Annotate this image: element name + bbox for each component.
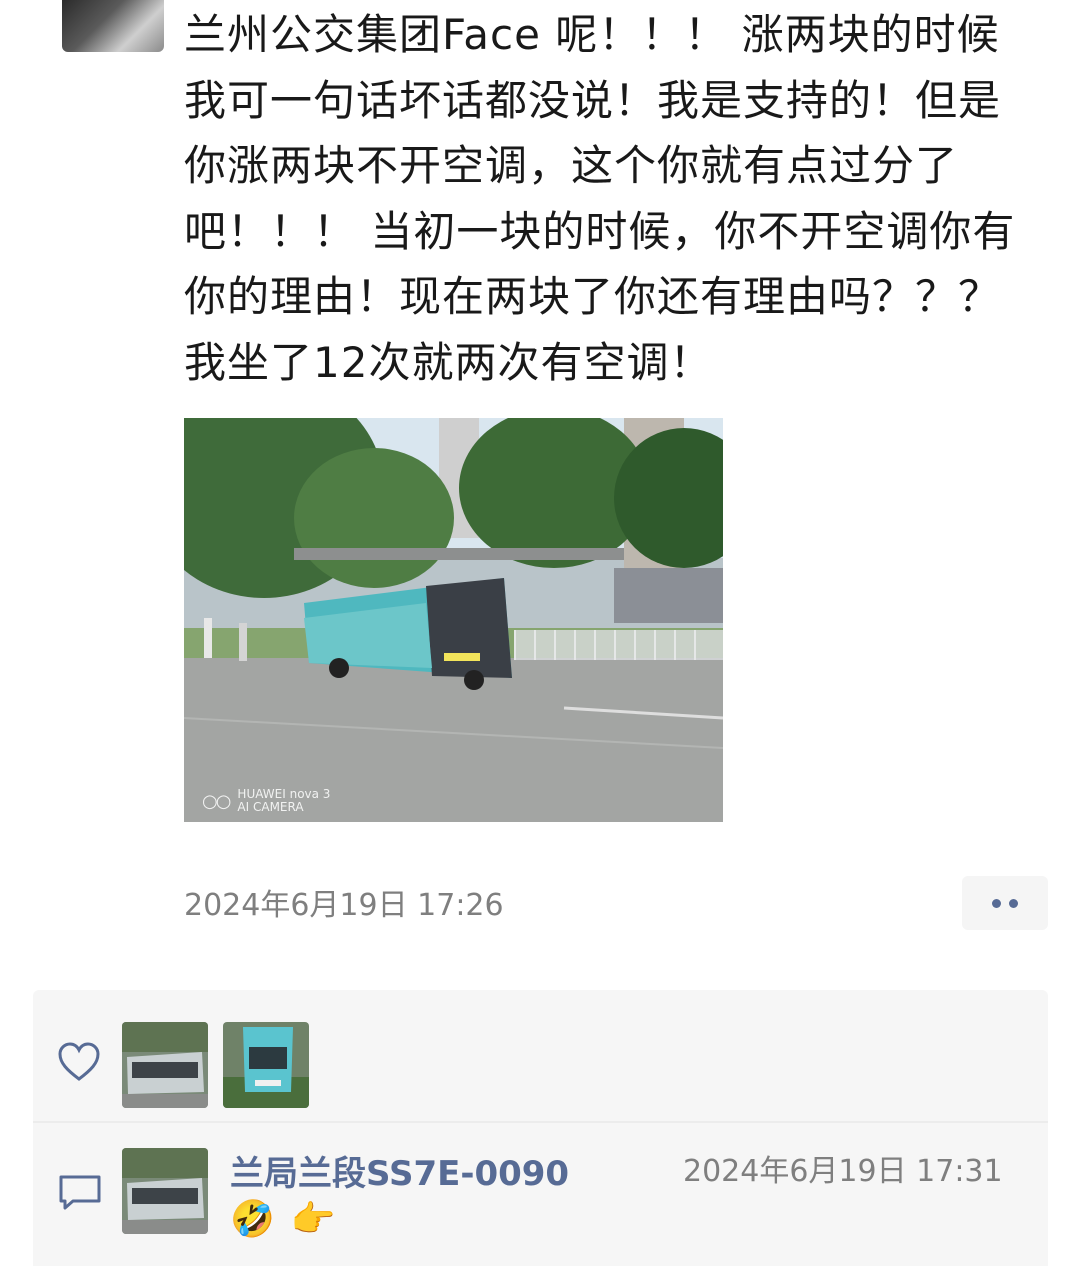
bus-avatar-icon — [122, 1022, 208, 1108]
photo-watermark: ○○ HUAWEI nova 3 AI CAMERA — [202, 788, 330, 814]
divider — [33, 1121, 1048, 1123]
interaction-panel: 兰局兰段SS7E-0090 2024年6月19日 17:31 🤣 👉 — [33, 990, 1048, 1266]
post-photo[interactable]: ○○ HUAWEI nova 3 AI CAMERA — [184, 418, 723, 822]
camera-rings-icon: ○○ — [202, 790, 231, 812]
comment-content: 🤣 👉 — [230, 1200, 336, 1240]
commenter-avatar[interactable] — [122, 1148, 208, 1234]
pointing-right-emoji-icon: 👉 — [290, 1199, 336, 1240]
likes-row — [33, 990, 1048, 1120]
liker-avatar-2[interactable] — [223, 1022, 309, 1108]
bus-avatar-icon — [223, 1022, 309, 1108]
comment-timestamp: 2024年6月19日 17:31 — [683, 1154, 1003, 1189]
author-avatar[interactable] — [62, 0, 164, 52]
more-options-button[interactable] — [962, 876, 1048, 930]
post-timestamp: 2024年6月19日 17:26 — [184, 888, 504, 923]
commenter-name-link[interactable]: 兰局兰段SS7E-0090 — [230, 1146, 569, 1195]
comment-bubble-icon — [59, 1175, 101, 1210]
rofl-emoji-icon: 🤣 — [230, 1199, 275, 1240]
comment-row[interactable]: 兰局兰段SS7E-0090 2024年6月19日 17:31 🤣 👉 — [33, 1124, 1048, 1266]
more-dots-icon — [992, 898, 1001, 908]
bus-street-photo — [184, 418, 723, 822]
post-text: 兰州公交集团Face 呢！！！ 涨两块的时候我可一句话坏话都没说！我是支持的！但… — [184, 10, 1016, 387]
bus-avatar-icon — [122, 1148, 208, 1234]
liker-avatar-1[interactable] — [122, 1022, 208, 1108]
watermark-camera: AI CAMERA — [237, 800, 304, 814]
heart-icon — [58, 1042, 100, 1081]
